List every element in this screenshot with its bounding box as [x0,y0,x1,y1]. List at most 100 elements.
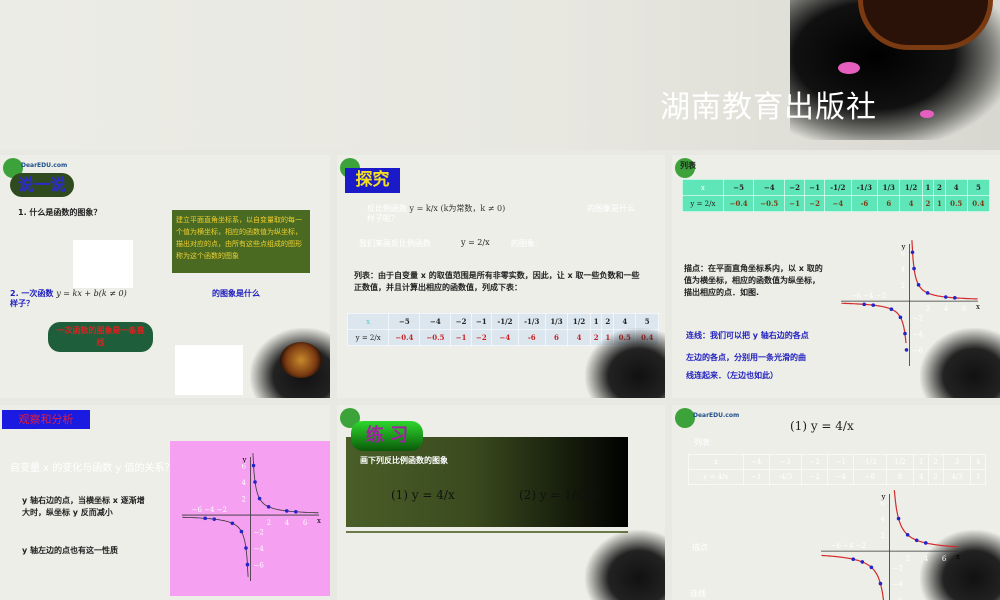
table-cell: −1 [784,195,806,212]
slide-4[interactable]: 观察和分析 自变量 x 的变化与函数 y 值的关系？ y 轴右边的点，当横坐标 … [0,405,330,600]
table-row-y: y = 2/x−0.4−0.5−1−2−4-664210.50.4 [682,195,991,212]
data-point [284,509,289,513]
data-point [871,303,876,307]
question-2-prefix: 2. 一次函数 [10,289,54,298]
x-tick-label: 4 [924,555,929,563]
table-cell: −5 [388,313,421,330]
y-tick-label: −4 [254,545,265,553]
observation-1: y 轴右边的点，当横坐标 x 逐渐增大时，纵坐标 y 反而减小 [22,496,145,517]
hyperbola-graph: xy−6 −4 −2246642−2−4−6 [182,453,321,581]
table-cell: 1 [913,454,929,470]
slide-6[interactable]: DearEDU.com (1) y = 4/x 列表 x −4 −3 −2 −1 -1/2… [672,405,1000,600]
slide-1[interactable]: DearEDU.com 说一说 1. 什么是函数的图象？ 建立平面直角坐标系，以… [0,155,330,398]
table-cell: 4 [944,179,968,196]
data-point [266,504,271,509]
x-tick-label: 6 [962,305,967,313]
definition-callout: 建立平面直角坐标系，以自变量取的每一个值为横坐标，相应的函数值为纵坐标，描出对应… [172,210,310,273]
table-cell: 1 [970,469,986,485]
exercise-1-formula: (1) y = 4/x [391,488,455,502]
banner: 湖南教育出版社 [0,0,1000,150]
intro-suffix: 的图象是什么 [587,204,635,213]
slide-2[interactable]: 探究 反比例函数 y = k/x (k为常数，k ≠ 0) 的图象是什么 样子呢… [337,155,665,398]
y-tick-label: 2 [901,282,905,290]
slide-3[interactable]: 列表 x −5 −4 −2 −1 -1/2 -1/3 1/3 1/2 1 2 4 5 y = 2/x −0.… [672,155,1000,398]
data-point [244,546,248,550]
x-tick-label: 6 [303,519,308,527]
data-point [860,560,865,564]
y-tick-label: −2 [913,314,923,322]
value-table: x −5 −4 −2 −1 -1/2 -1/3 1/3 1/2 1 2 4 5 y = 2/x −0.4 −0… [682,179,991,212]
teacher-illustration [73,240,133,288]
table-cell: -1/2 [491,313,519,330]
intro-text: 反比例函数 [367,204,407,213]
teacher-book-illustration [175,345,243,395]
data-point [239,529,244,534]
data-point [923,541,928,545]
slide-title: 观察和分析 [2,410,90,429]
tea-cup-image [280,342,322,378]
table-cell: 6 [877,195,901,212]
data-point [925,291,930,295]
data-point [294,509,298,514]
data-point [896,516,901,521]
hyperbola-graph: xy−6 −4 −2246642−2−4−6 [821,490,960,600]
answer-callout: 一次函数的图象是一条直线 [48,322,153,352]
data-point [903,331,907,336]
x-tick-labels-negative: −6 −4 −2 [851,292,886,300]
table-cell: −4 [753,179,786,196]
hyperbola-branch [893,490,958,548]
data-point [245,562,250,567]
data-point [943,295,948,299]
table-cell: −4 [491,329,519,346]
ink-decoration [585,328,665,398]
table-cell: 4 [913,469,929,485]
question-1: 1. 什么是函数的图象？ [18,208,102,217]
value-table: x −4 −3 −2 −1 -1/2 1/2 1 2 3 4 y = 4/x −1 -4/3 −2 −4 −8 8… [688,454,986,485]
x-tick-label: 2 [926,305,930,313]
data-point [253,480,257,484]
x-tick-label: 2 [906,555,910,563]
table-cell: 3 [942,454,972,470]
table-cell: −2 [801,454,829,470]
formula-4-over-x: (1) y = 4/x [790,419,854,433]
table-cell: -1/2 [824,179,852,196]
y-tick-label: −2 [254,529,264,537]
table-cell: 2 [933,179,946,196]
table-cell: −8 [853,469,887,485]
connect-text-2: 左边的各点，分别用一条光滑的曲 [686,353,806,362]
plot-label: 描点 [692,543,708,552]
table-cell: −2 [804,195,826,212]
data-point [878,581,883,586]
table-cell: 0.5 [944,195,968,212]
y-tick-label: 6 [901,249,906,257]
table-cell: 2 [927,469,944,485]
y-tick-label: 4 [901,266,906,274]
table-cell: 5 [966,179,991,196]
table-cell: 2 [921,195,935,212]
data-point [916,283,921,287]
slide-5[interactable]: 练 习 画下列反比例函数的图象 (1) y = 4/x (2) y = 1/(2… [337,405,665,600]
connect-label: 连线 [690,589,706,598]
table-cell: 6 [544,329,569,346]
petal [838,62,860,74]
table-cell: 1 [921,179,935,196]
connect-text-1: 连线：我们可以把 y 轴右边的各点 [686,331,809,340]
y-tick-label: −6 [254,562,265,570]
hyperbola-branch [821,554,885,600]
data-point [851,557,856,562]
data-point [862,302,866,307]
x-axis-label: x [976,303,980,311]
y-tick-label: 6 [242,463,247,471]
plot-points-text: 描点：在平面直角坐标系内，以 x 取的值为横坐标，相应的函数值为纵坐标，描出相应… [684,264,823,297]
data-point [257,496,262,501]
table-cell: −2 [450,313,472,330]
x-tick-label: 6 [942,555,947,563]
table-cell: −1 [470,313,493,330]
row-header: y = 2/x [682,195,724,212]
table-cell: 1/2 [885,454,915,470]
data-point [230,521,235,526]
question-2-suffix: 的图象是什么 [212,289,260,298]
draw-text: 我们来画反比例函数 [359,239,431,248]
logo: DearEDU.com [675,408,739,428]
table-cell: −1 [742,469,770,485]
